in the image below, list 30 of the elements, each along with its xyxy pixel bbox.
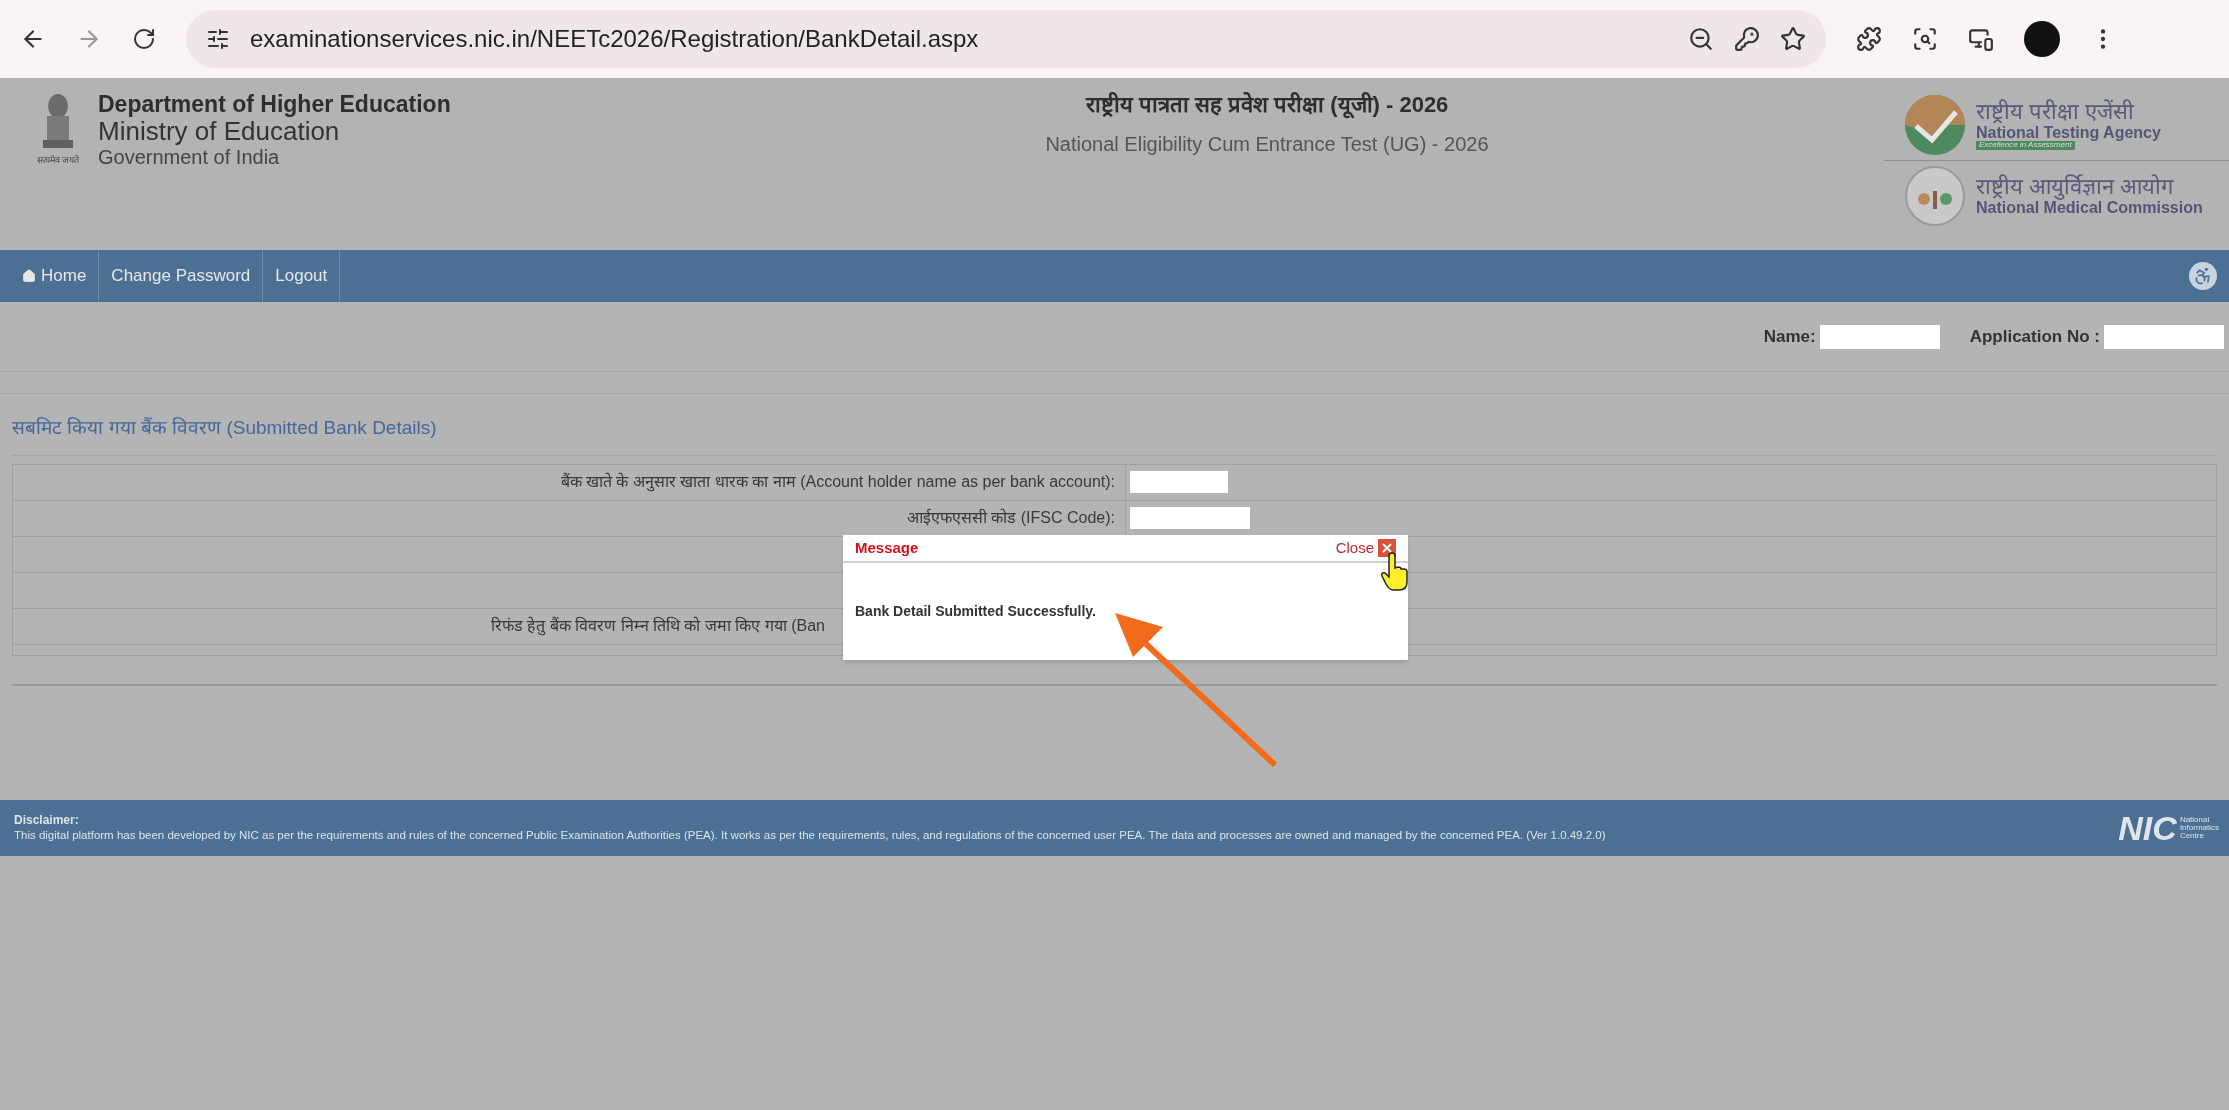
nav-link[interactable]: Change Password	[99, 250, 264, 302]
url-text: examinationservices.nic.in/NEETc2026/Registration/BankDetail.aspx	[250, 24, 980, 54]
nic-logo-mark: NIC	[2118, 811, 2177, 845]
nic-logo-text: Informatics	[2179, 824, 2219, 832]
user-info-label: Name:	[1763, 325, 1816, 348]
section-title: सबमिट किया गया बैंक विवरण (Submitted Bank Details)	[12, 414, 2217, 456]
exam-title: National Eligibility Cum Entrance Test (UG) - 2026	[1045, 132, 1489, 157]
nta-tagline: Excellence in Assessment	[1976, 141, 2075, 151]
ministry-title: Ministry of Education	[98, 117, 341, 146]
government-title: Government of India	[98, 145, 281, 168]
nav-link[interactable]: Logout	[263, 250, 341, 302]
field-label: बैंक खाते के अनुसार खाता धारक का नाम (Account holder name as per bank account):	[560, 471, 1115, 494]
nta-name-hindi: राष्ट्रीय परीक्षा एजेंसी	[1976, 99, 2136, 124]
nmc-name: National Medical Commission	[1976, 199, 2203, 217]
field-label: आईएफएससी कोड (IFSC Code):	[906, 507, 1115, 528]
emblem-motto: सत्यमेव जयते	[36, 154, 80, 167]
exam-title-hindi: राष्ट्रीय पात्रता सह प्रवेश परीक्षा (यूजी) - 2026	[1085, 91, 1449, 121]
nta-name: National Testing Agency	[1976, 123, 2161, 142]
department-title: Department of Higher Education	[98, 92, 451, 118]
dialog-title: Message	[855, 537, 919, 558]
nic-logo-text: Centre	[2179, 832, 2205, 840]
user-info-label: Application No :	[1969, 325, 2100, 348]
dialog-message: Bank Detail Submitted Successfully.	[855, 602, 1096, 621]
nmc-name-hindi: राष्ट्रीय आयुर्विज्ञान आयोग	[1976, 175, 2174, 200]
field-label: रिफंड हेतु बैंक विवरण निम्न तिथि को जमा किए गया (Ban	[490, 615, 825, 638]
disclaimer-text: This digital platform has been developed by NIC as per the requirements and rules of the concerned Public Examination Authorities (PEA). It works as per the requirements, rules, and regulations of the concerned user PEA. The data and processes are owned and managed by the concerned PEA. (Ver 1.0.49.2.0)	[14, 828, 1607, 844]
nav-link[interactable]: Home	[10, 250, 100, 302]
disclaimer-heading: Disclaimer:	[14, 812, 80, 829]
nic-logo-text: National	[2179, 816, 2211, 824]
address-bar[interactable]: examinationservices.nic.in/NEETc2026/Registration/BankDetail.aspx	[186, 10, 1826, 68]
